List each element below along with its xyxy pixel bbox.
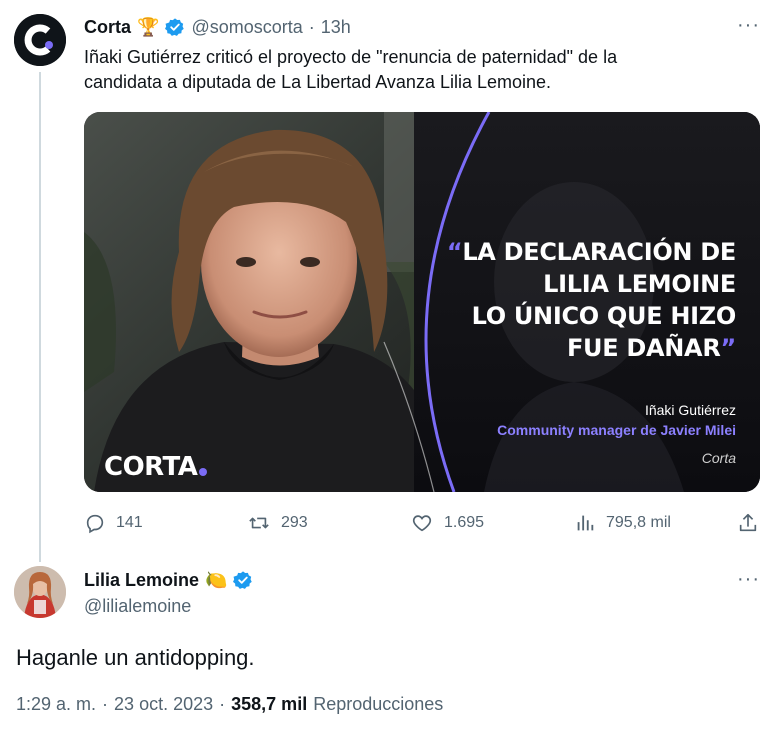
tweet2-views-label: Reproducciones xyxy=(313,694,444,714)
tweet1-more-button[interactable]: ··· xyxy=(737,14,760,37)
lilia-avatar-image xyxy=(14,566,66,618)
thread-connector xyxy=(39,72,41,562)
lilia-avatar[interactable] xyxy=(14,566,66,618)
reply-icon xyxy=(86,514,104,534)
tweet2-views-count: 358,7 mil xyxy=(231,694,308,714)
trophy-emoji-icon: 🏆 xyxy=(137,16,160,37)
tweet1-media[interactable]: “LA DECLARACIÓN DE LILIA LEMOINE LO ÚNIC… xyxy=(84,112,760,492)
share-button[interactable] xyxy=(737,512,759,539)
verified-badge-icon[interactable] xyxy=(233,570,253,590)
verified-badge-icon[interactable] xyxy=(165,17,185,37)
separator-dot: · xyxy=(219,694,226,714)
tweet1-text-line2: candidata a diputada de La Libertad Avan… xyxy=(84,72,552,92)
like-count: 1.695 xyxy=(444,514,485,531)
corta-avatar[interactable] xyxy=(14,14,66,66)
tweet2-date[interactable]: 23 oct. 2023 xyxy=(114,694,213,715)
media-logo-text: CORTA xyxy=(104,452,198,482)
reply-count: 141 xyxy=(116,514,143,531)
heart-icon xyxy=(412,515,432,532)
tweet2-meta: 1:29 a. m. · 23 oct. 2023 · 358,7 mil Re… xyxy=(16,694,443,715)
share-icon xyxy=(739,513,757,532)
like-action[interactable]: 1.695 xyxy=(410,512,484,534)
tweet2-text: Haganle un antidopping. xyxy=(16,645,255,670)
quote-line-3: LO ÚNICO QUE HIZO xyxy=(471,302,737,330)
corta-logo-icon xyxy=(14,14,66,66)
lemon-emoji-icon: 🍋 xyxy=(205,569,228,590)
tweet2-time[interactable]: 1:29 a. m. xyxy=(16,694,96,715)
media-corta-logo: CORTA xyxy=(104,452,208,482)
tweet2-handle[interactable]: @lilialemoine xyxy=(84,596,191,617)
retweet-count: 293 xyxy=(281,514,308,531)
tweet1-author-name[interactable]: Corta xyxy=(84,17,131,38)
tweet2-author-name[interactable]: Lilia Lemoine xyxy=(84,570,199,591)
views-count: 795,8 mil xyxy=(606,514,671,531)
analytics-icon xyxy=(577,515,594,531)
quote-line-2: LILIA LEMOINE xyxy=(543,270,736,298)
reply-action[interactable]: 141 xyxy=(84,512,143,534)
quote-open-mark: “ xyxy=(446,238,463,266)
tweet1-header: Corta 🏆 @somoscorta · 13h xyxy=(84,15,351,39)
media-speaker: Iñaki Gutiérrez xyxy=(644,402,736,418)
tweet1-text-line1: Iñaki Gutiérrez criticó el proyecto de "… xyxy=(84,47,618,67)
separator-dot: · xyxy=(102,694,109,714)
tweet2-more-button[interactable]: ··· xyxy=(737,568,760,591)
media-source: Corta xyxy=(701,450,736,466)
tweet1-text: Iñaki Gutiérrez criticó el proyecto de "… xyxy=(84,45,754,95)
tweet1-handle[interactable]: @somoscorta xyxy=(191,17,302,38)
retweet-icon xyxy=(249,517,269,529)
media-speaker-role: Community manager de Javier Milei xyxy=(497,422,736,438)
quote-line-4: FUE DAÑAR xyxy=(566,334,721,362)
quote-line-1: LA DECLARACIÓN DE xyxy=(462,238,736,266)
views-action[interactable]: 795,8 mil xyxy=(574,512,671,534)
media-quote: “LA DECLARACIÓN DE LILIA LEMOINE LO ÚNIC… xyxy=(447,236,736,364)
logo-dot-icon xyxy=(199,468,208,476)
retweet-action[interactable]: 293 xyxy=(247,512,308,534)
tweet1-time[interactable]: 13h xyxy=(321,17,351,38)
separator-dot: · xyxy=(308,16,315,37)
quote-close-mark: ” xyxy=(720,334,737,362)
tweet2-header: Lilia Lemoine 🍋 xyxy=(84,568,253,592)
